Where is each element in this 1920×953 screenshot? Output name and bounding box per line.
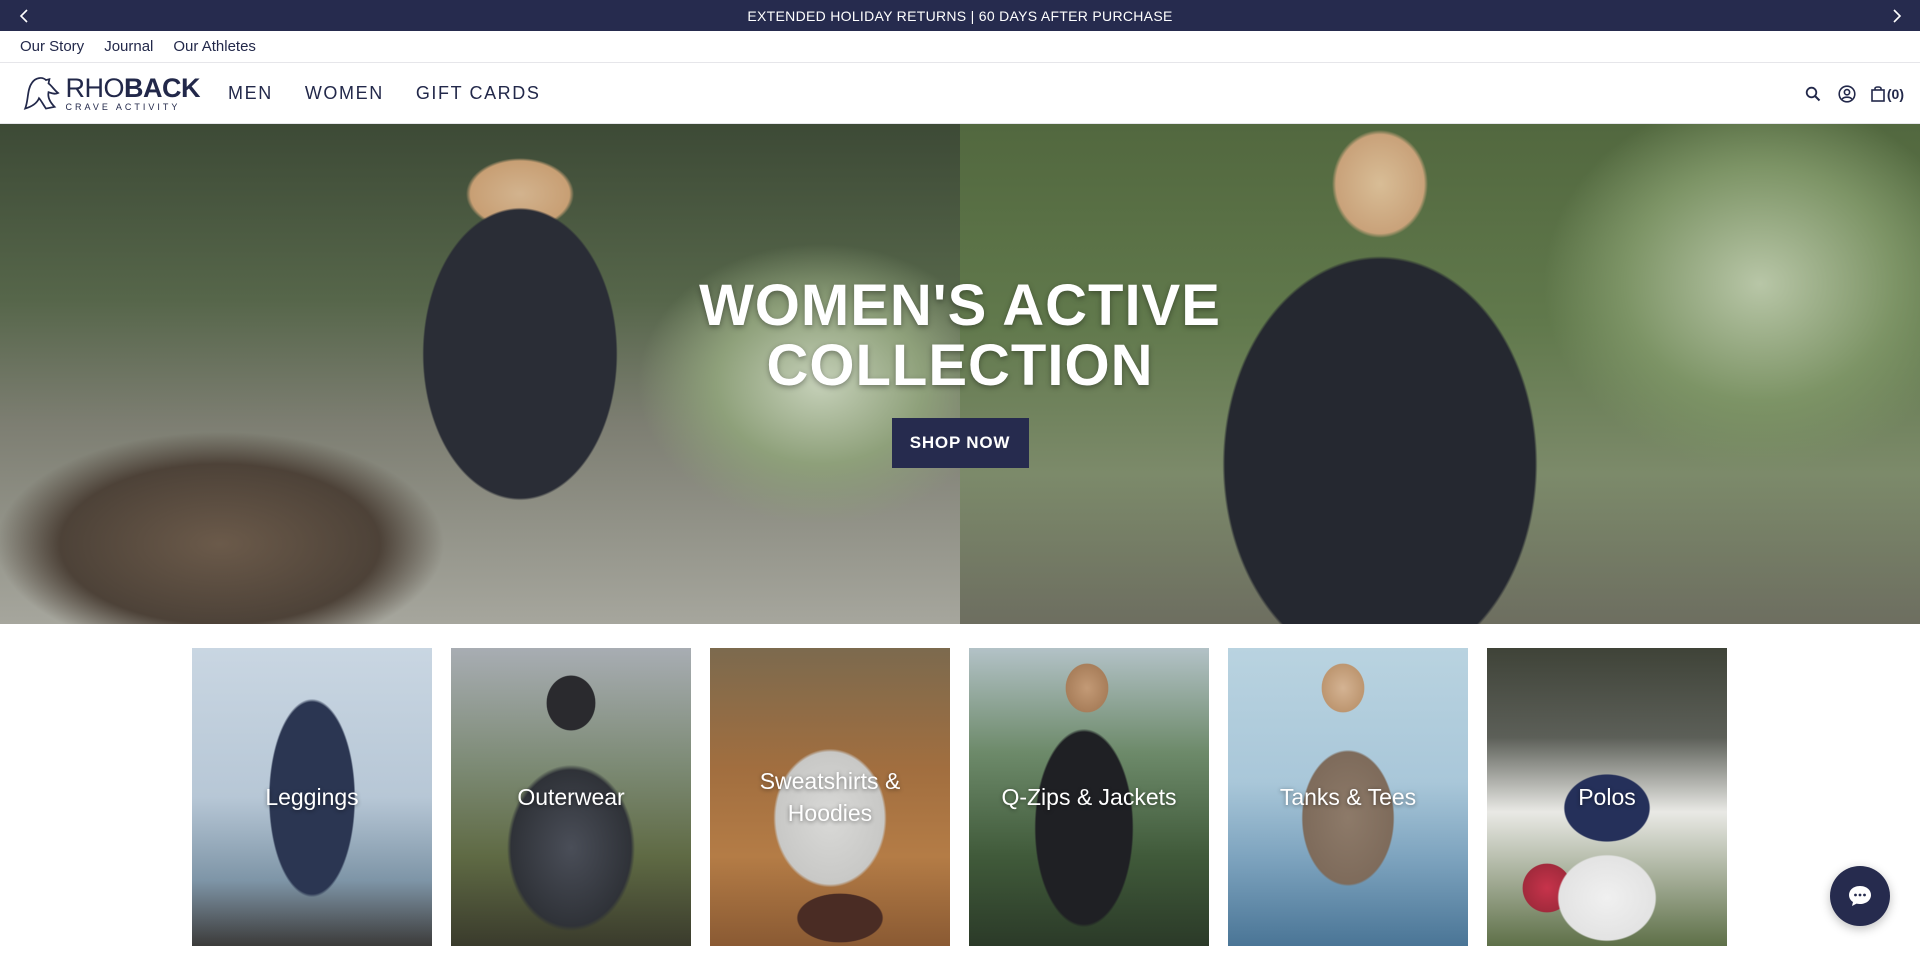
hero-title: WOMEN'S ACTIVE COLLECTION: [699, 273, 1221, 398]
chat-icon: [1849, 886, 1871, 906]
cart-icon: [1871, 86, 1885, 102]
nav-men[interactable]: MEN: [228, 83, 273, 104]
logo-tagline: CRAVE ACTIVITY: [65, 101, 181, 112]
rhoback-logo[interactable]: RHOBACK CRAVE ACTIVITY: [20, 70, 201, 116]
chevron-left-icon: [19, 8, 28, 23]
logo-brand-bold: BACK: [124, 72, 201, 103]
cart-count: (0): [1886, 85, 1904, 102]
journal-link[interactable]: Journal: [104, 38, 153, 55]
category-grid: Leggings Outerwear Sweatshirts & Hoodies…: [192, 648, 1728, 946]
nav-gift-cards[interactable]: GIFT CARDS: [416, 83, 541, 104]
search-button[interactable]: [1803, 84, 1823, 104]
category-tile-leggings[interactable]: Leggings: [192, 648, 432, 946]
next-announcement-button[interactable]: [1881, 0, 1912, 31]
category-label: Polos: [1578, 784, 1636, 810]
category-tile-polos[interactable]: Polos: [1487, 648, 1727, 946]
previous-announcement-button[interactable]: [8, 0, 39, 31]
account-button[interactable]: [1837, 84, 1857, 104]
category-label: Outerwear: [517, 784, 625, 810]
category-tile-q-zips-jackets[interactable]: Q-Zips & Jackets: [969, 648, 1209, 946]
category-tile-outerwear[interactable]: Outerwear: [451, 648, 691, 946]
category-label: Sweatshirts & Hoodies: [759, 768, 901, 826]
main-header: RHOBACK CRAVE ACTIVITY MEN WOMEN GIFT CA…: [0, 63, 1920, 124]
announcement-bar: EXTENDED HOLIDAY RETURNS | 60 DAYS AFTER…: [0, 0, 1920, 31]
nav-women[interactable]: WOMEN: [305, 83, 384, 104]
primary-nav: MEN WOMEN GIFT CARDS: [228, 83, 541, 104]
chevron-right-icon: [1892, 8, 1901, 23]
our-story-link[interactable]: Our Story: [20, 38, 84, 55]
utility-nav: Our Story Journal Our Athletes: [0, 31, 1920, 63]
logo-brand-light: RHO: [65, 72, 125, 103]
header-actions: (0): [1803, 63, 1904, 124]
chat-button[interactable]: [1830, 866, 1890, 926]
cart-button[interactable]: (0): [1871, 85, 1904, 102]
hero-content: WOMEN'S ACTIVE COLLECTION SHOP NOW: [0, 124, 1920, 624]
category-label: Tanks & Tees: [1279, 784, 1417, 810]
account-icon: [1838, 84, 1856, 103]
category-label: Q-Zips & Jackets: [1001, 784, 1177, 810]
hero-banner[interactable]: WOMEN'S ACTIVE COLLECTION SHOP NOW: [0, 124, 1920, 624]
search-icon: [1805, 86, 1821, 101]
our-athletes-link[interactable]: Our Athletes: [173, 38, 256, 55]
announcement-message[interactable]: EXTENDED HOLIDAY RETURNS | 60 DAYS AFTER…: [747, 8, 1172, 24]
category-tile-sweatshirts-hoodies[interactable]: Sweatshirts & Hoodies: [710, 648, 950, 946]
category-tile-tanks-tees[interactable]: Tanks & Tees: [1228, 648, 1468, 946]
category-label: Leggings: [265, 784, 359, 810]
shop-now-button[interactable]: SHOP NOW: [891, 418, 1029, 468]
dog-logo-icon: [23, 77, 60, 110]
